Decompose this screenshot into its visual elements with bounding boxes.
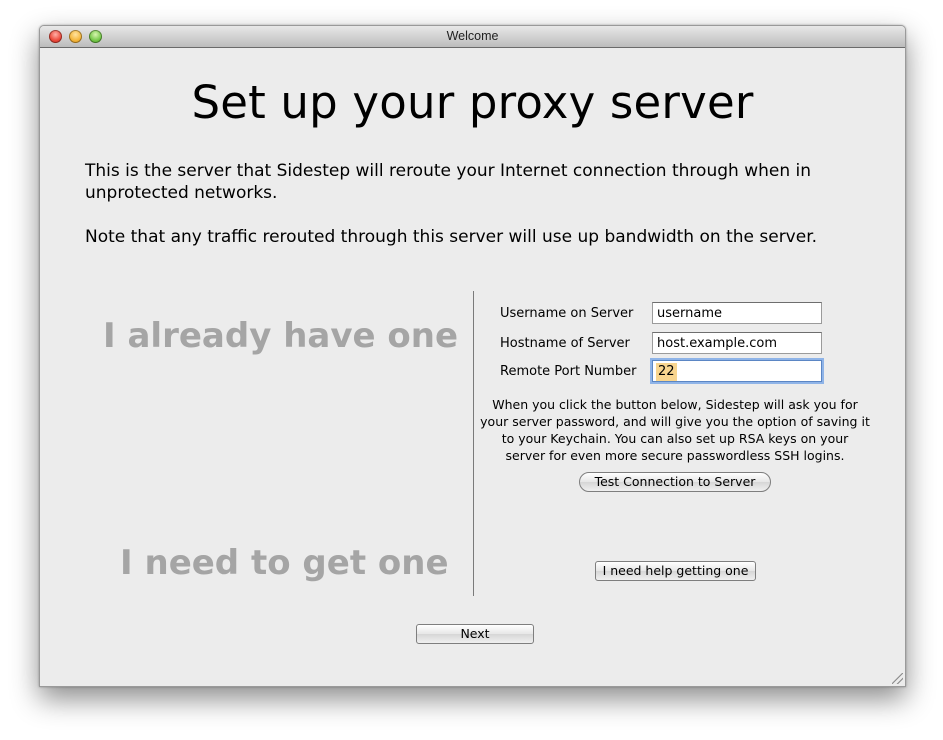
username-label: Username on Server	[500, 306, 634, 321]
need-one-heading: I need to get one	[120, 543, 449, 583]
section-divider	[473, 291, 474, 596]
port-value-selected[interactable]: 22	[656, 363, 677, 381]
window-title: Welcome	[446, 29, 499, 43]
test-connection-button[interactable]: Test Connection to Server	[579, 472, 771, 492]
next-button[interactable]: Next	[416, 624, 534, 644]
have-one-heading: I already have one	[103, 316, 459, 356]
username-field[interactable]	[652, 302, 822, 324]
hostname-field[interactable]	[652, 332, 822, 354]
page-title: Set up your proxy server	[191, 76, 754, 129]
password-info-text: When you click the button below, Sideste…	[480, 397, 870, 463]
hostname-label: Hostname of Server	[500, 336, 630, 351]
title-bar[interactable]: Welcome	[40, 26, 905, 48]
bandwidth-note: Note that any traffic rerouted through t…	[85, 227, 818, 247]
resize-grip-icon[interactable]	[892, 673, 903, 684]
port-label: Remote Port Number	[500, 364, 637, 379]
welcome-window: Welcome Set up your proxy server This is…	[39, 25, 906, 687]
port-field[interactable]	[652, 360, 822, 382]
need-help-button[interactable]: I need help getting one	[595, 561, 756, 581]
intro-paragraph: This is the server that Sidestep will re…	[85, 161, 812, 203]
